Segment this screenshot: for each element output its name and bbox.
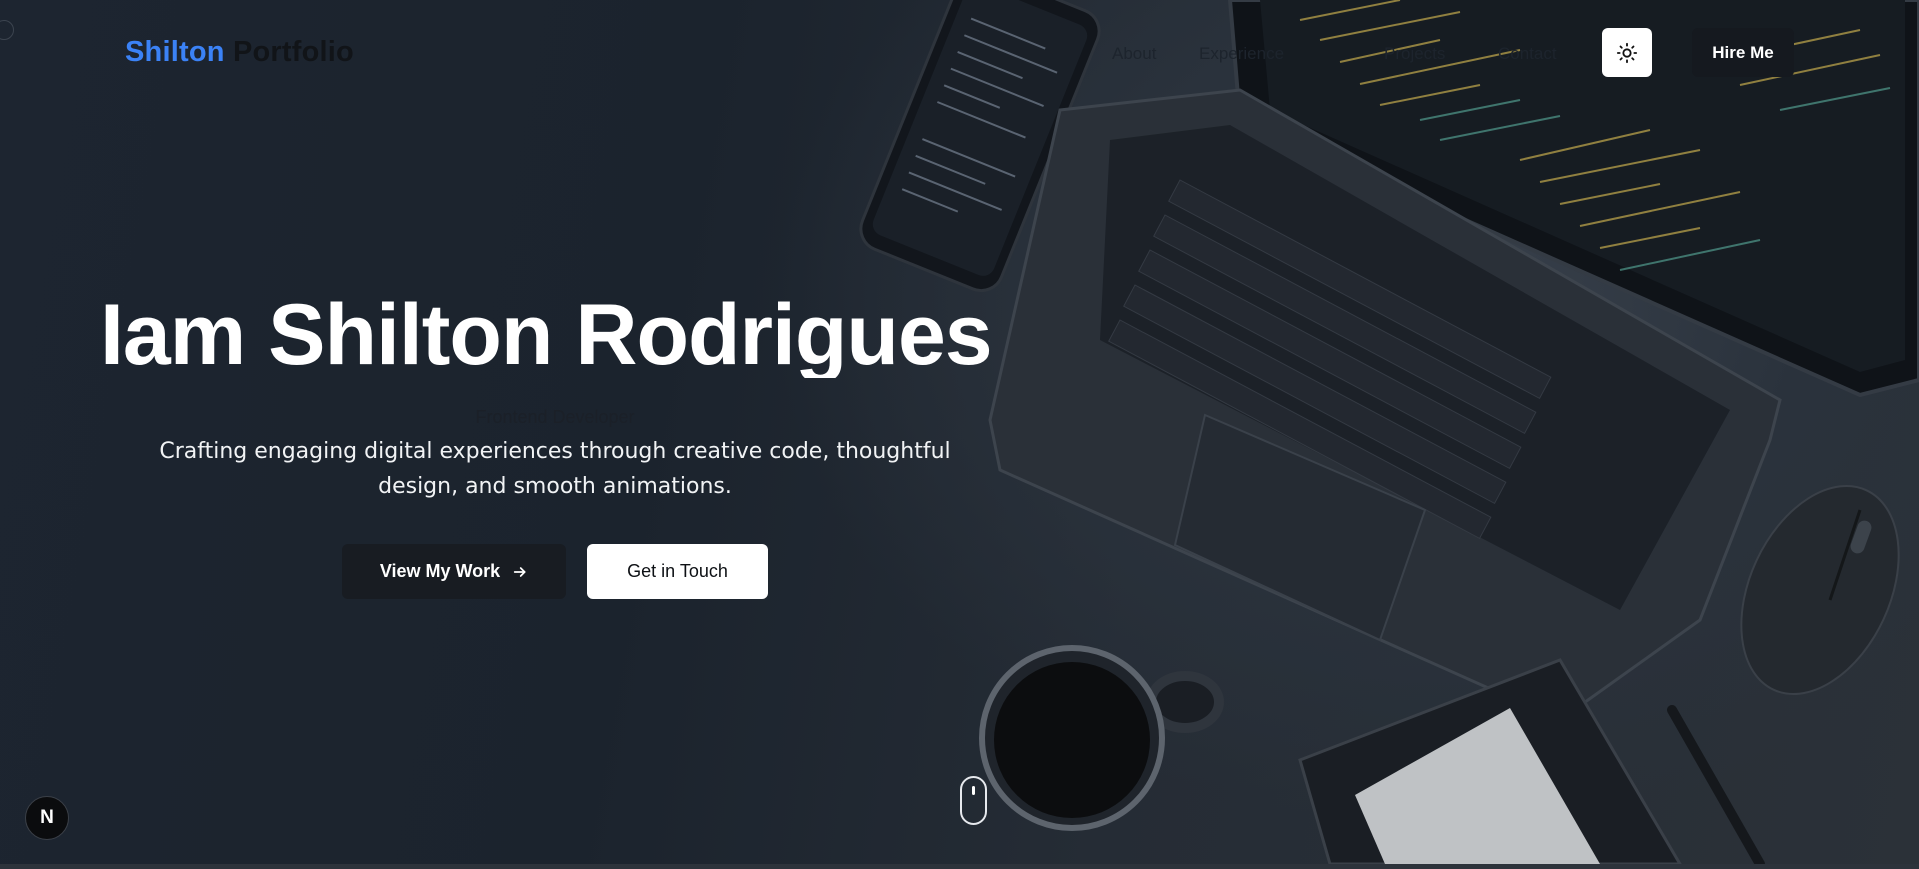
tagline-line-2: design, and smooth animations. — [378, 474, 732, 499]
tablet-image — [1298, 658, 1682, 864]
nav-link-contact[interactable]: Contact — [1498, 44, 1557, 64]
scroll-mouse-icon[interactable] — [960, 776, 987, 825]
nextjs-icon[interactable]: N — [25, 796, 69, 840]
sun-icon — [1616, 42, 1638, 63]
view-my-work-label: View My Work — [379, 561, 501, 581]
nextjs-letter: N — [40, 807, 54, 828]
coffee-cup-image — [979, 645, 1224, 831]
hero-section: Shilton Portfolio About Experience Proje… — [0, 0, 1919, 864]
hero-title: Iam Shilton Rodrigues — [100, 287, 993, 378]
nav-link-about[interactable]: About — [1112, 44, 1156, 64]
theme-toggle-button[interactable] — [1602, 28, 1652, 77]
hero-role: Frontend Developer — [475, 407, 635, 427]
desk-background-image — [859, 0, 1919, 864]
arrow-right-icon — [514, 566, 526, 577]
brand-logo[interactable]: Shilton Portfolio — [125, 36, 354, 69]
scroll-wheel-dot — [972, 786, 975, 795]
brand-second-word: Portfolio — [232, 36, 354, 68]
nav-link-projects[interactable]: Projects — [1384, 44, 1445, 64]
brand-first-word: Shilton — [125, 36, 225, 68]
hero-tagline: Crafting engaging digital experiences th… — [135, 434, 975, 504]
tagline-line-1: Crafting engaging digital experiences th… — [159, 439, 951, 464]
bottom-edge-bar — [0, 864, 1919, 869]
pen-image — [1667, 705, 1765, 864]
nav-link-experience[interactable]: Experience — [1199, 44, 1284, 64]
get-in-touch-button[interactable]: Get in Touch — [587, 544, 768, 599]
view-my-work-button[interactable]: View My Work — [342, 544, 566, 599]
hire-me-button[interactable]: Hire Me — [1692, 28, 1794, 77]
